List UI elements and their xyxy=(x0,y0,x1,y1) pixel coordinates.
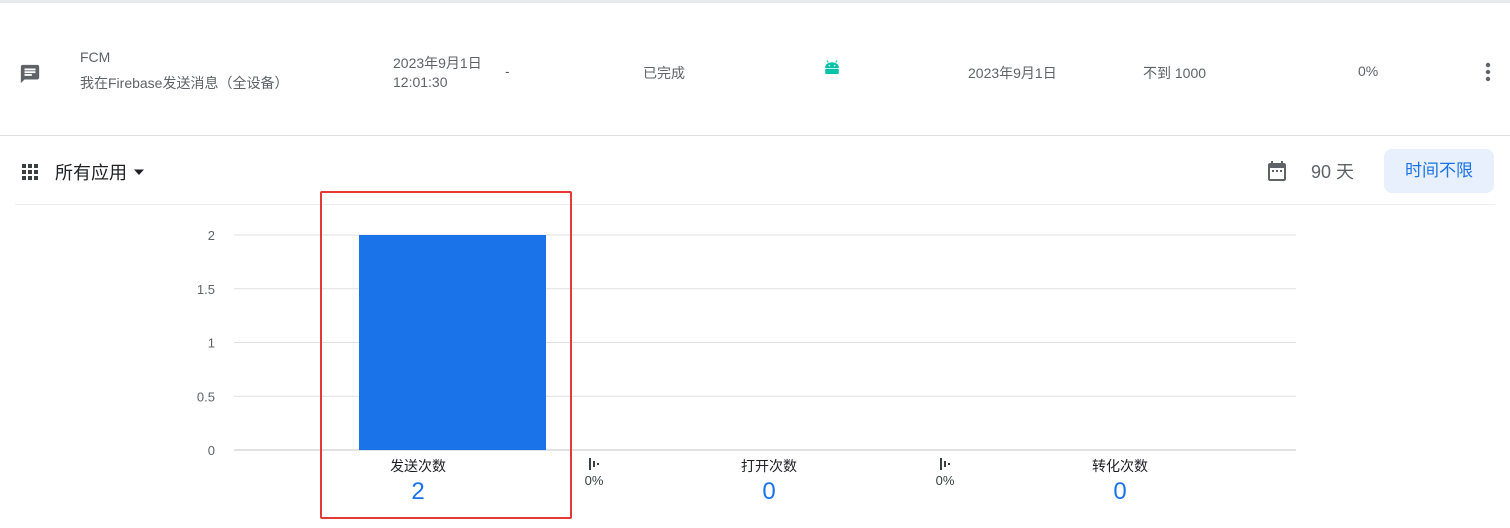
app-selector-label: 所有应用 xyxy=(55,163,127,183)
calendar-icon[interactable] xyxy=(1265,159,1289,183)
metric-label: 打开次数 xyxy=(741,458,797,474)
dropdown-caret-icon xyxy=(134,169,144,175)
metric-value: 0 xyxy=(1113,478,1127,505)
funnel-rate-value: 0% xyxy=(584,473,604,488)
metric-conversions: 转化次数 0 xyxy=(1020,456,1220,506)
end-date: - xyxy=(505,63,510,79)
reach-text: 不到 1000 xyxy=(1143,65,1207,81)
y-tick-label: 2 xyxy=(208,228,215,243)
highlight-box xyxy=(320,191,572,519)
range-all-time-button[interactable]: 时间不限 xyxy=(1384,149,1494,193)
status-text: 已完成 xyxy=(643,65,685,81)
campaign-subtitle: 我在Firebase发送消息（全设备） xyxy=(80,75,289,91)
y-tick-label: 0.5 xyxy=(197,389,215,404)
rate-text: 0% xyxy=(1358,63,1379,79)
y-tick-label: 1.5 xyxy=(197,282,215,297)
funnel-rate-1: 0% xyxy=(574,457,614,488)
more-vert-icon[interactable] xyxy=(1478,60,1498,84)
android-icon xyxy=(825,60,839,74)
funnel-icon xyxy=(940,458,950,470)
message-icon xyxy=(20,64,40,84)
y-tick-label: 0 xyxy=(208,443,215,458)
y-tick-label: 1 xyxy=(208,336,215,351)
sent-time: 12:01:30 xyxy=(393,74,448,90)
funnel-rate-value: 0% xyxy=(935,473,955,488)
funnel-rate-2: 0% xyxy=(925,457,965,488)
metric-opens: 打开次数 0 xyxy=(669,456,869,506)
top-divider xyxy=(0,0,1510,3)
sent-date: 2023年9月1日 xyxy=(393,55,482,71)
metric-value: 0 xyxy=(762,478,776,505)
app-selector[interactable]: 所有应用 xyxy=(21,160,145,184)
chart-toolbar: 所有应用 90 天 时间不限 xyxy=(15,140,1495,205)
funnel-icon xyxy=(589,458,599,470)
apps-grid-icon xyxy=(22,164,38,180)
last-date: 2023年9月1日 xyxy=(968,65,1057,81)
range-90-days-button[interactable]: 90 天 xyxy=(1311,159,1373,185)
campaign-row[interactable]: FCM 我在Firebase发送消息（全设备） 2023年9月1日 12:01:… xyxy=(0,4,1510,136)
metric-label: 转化次数 xyxy=(1092,458,1148,474)
campaign-name: FCM xyxy=(80,49,111,65)
